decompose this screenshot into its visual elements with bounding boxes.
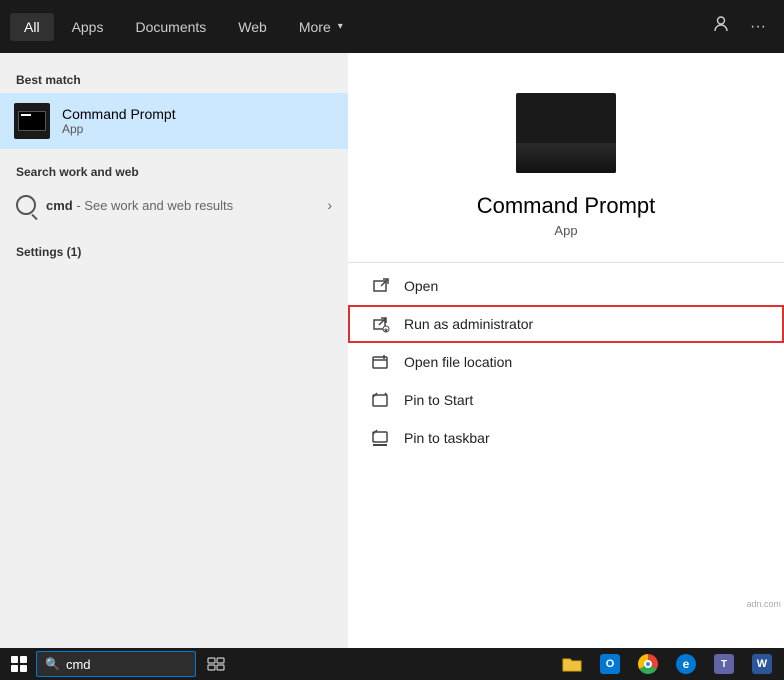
file-explorer-btn[interactable] (554, 649, 590, 679)
chrome-icon (638, 654, 658, 674)
chrome-btn[interactable] (630, 649, 666, 679)
pin-start-icon (372, 391, 390, 409)
word-icon: W (752, 654, 772, 674)
best-match-subtitle: App (62, 122, 176, 136)
right-panel: Command Prompt App Open (348, 53, 784, 648)
action-runas-label: Run as administrator (404, 316, 533, 332)
action-open-file-location[interactable]: Open file location (348, 343, 784, 381)
nav-tab-all-label: All (24, 19, 40, 35)
svg-text:★: ★ (383, 327, 388, 333)
teams-btn[interactable]: T (706, 649, 742, 679)
start-button[interactable] (4, 651, 34, 677)
search-web-text: cmd - See work and web results (46, 198, 317, 213)
best-match-item[interactable]: Command Prompt App (0, 93, 348, 149)
start-icon (11, 656, 27, 672)
nav-tab-all[interactable]: All (10, 13, 54, 41)
main-area: Best match Command Prompt App Search wor… (0, 53, 784, 648)
action-run-as-admin[interactable]: ★ Run as administrator (348, 305, 784, 343)
taskbar-search[interactable]: 🔍 cmd (36, 651, 196, 677)
pin-start-icon-svg (372, 391, 390, 409)
search-web-item[interactable]: cmd - See work and web results › (0, 185, 348, 225)
taskbar: 🔍 cmd O e T W (0, 648, 784, 680)
ellipsis-icon: ··· (750, 18, 766, 35)
search-query-text: cmd (46, 198, 73, 213)
best-match-title: Command Prompt (62, 106, 176, 122)
action-file-location-label: Open file location (404, 354, 512, 370)
settings-section: Settings (1) (0, 233, 348, 269)
file-explorer-icon (562, 655, 582, 673)
teams-icon: T (714, 654, 734, 674)
runas-icon: ★ (372, 315, 390, 333)
top-nav: All Apps Documents Web More ▾ ··· (0, 0, 784, 53)
start-square-3 (11, 665, 18, 672)
nav-tab-more[interactable]: More ▾ (285, 13, 357, 41)
start-square-2 (20, 656, 27, 663)
edge-btn[interactable]: e (668, 649, 704, 679)
taskbar-search-text: cmd (66, 657, 91, 672)
nav-tab-apps-label: Apps (72, 19, 104, 35)
best-match-text: Command Prompt App (62, 106, 176, 136)
outlook-btn[interactable]: O (592, 649, 628, 679)
app-icon-large (516, 93, 616, 173)
search-web-section: Search work and web cmd - See work and w… (0, 149, 348, 233)
start-square-1 (11, 656, 18, 663)
nav-tab-documents[interactable]: Documents (121, 13, 220, 41)
file-location-icon-svg (372, 353, 390, 371)
action-divider (348, 262, 784, 263)
start-square-4 (20, 665, 27, 672)
search-web-suffix: - See work and web results (76, 198, 233, 213)
pin-taskbar-icon-svg (372, 429, 390, 447)
nav-tab-web[interactable]: Web (224, 13, 281, 41)
file-location-icon (372, 353, 390, 371)
action-pin-start-label: Pin to Start (404, 392, 473, 408)
cmd-app-icon (14, 103, 50, 139)
action-pin-to-start[interactable]: Pin to Start (348, 381, 784, 419)
pin-taskbar-icon (372, 429, 390, 447)
action-pin-to-taskbar[interactable]: Pin to taskbar (348, 419, 784, 457)
open-icon (372, 277, 390, 295)
action-list: Open ★ Run as administrator (348, 267, 784, 457)
action-open[interactable]: Open (348, 267, 784, 305)
task-view-btn[interactable] (198, 649, 234, 679)
action-open-label: Open (404, 278, 438, 294)
word-btn[interactable]: W (744, 649, 780, 679)
outlook-icon: O (600, 654, 620, 674)
nav-tab-more-label: More (299, 19, 331, 35)
edge-icon: e (676, 654, 696, 674)
more-chevron-icon: ▾ (338, 21, 343, 32)
runas-icon-svg: ★ (372, 315, 390, 333)
search-web-label: Search work and web (0, 157, 348, 185)
nav-tab-apps[interactable]: Apps (58, 13, 118, 41)
action-pin-taskbar-label: Pin to taskbar (404, 430, 490, 446)
app-name-large: Command Prompt (477, 193, 656, 219)
account-icon-btn[interactable] (704, 7, 738, 46)
chevron-right-icon: › (327, 197, 332, 213)
settings-label: Settings (1) (0, 237, 348, 265)
nav-tab-web-label: Web (238, 19, 267, 35)
task-view-icon (207, 657, 225, 671)
account-icon (712, 15, 730, 33)
cmd-icon-inner (18, 111, 46, 131)
nav-tab-documents-label: Documents (135, 19, 206, 35)
taskbar-search-icon: 🔍 (45, 657, 60, 671)
app-type-large: App (554, 223, 577, 238)
search-circle-icon (16, 195, 36, 215)
open-icon-svg (372, 277, 390, 295)
more-options-btn[interactable]: ··· (742, 10, 774, 44)
left-panel: Best match Command Prompt App Search wor… (0, 53, 348, 648)
best-match-label: Best match (0, 65, 348, 93)
watermark: adn.com (743, 598, 784, 610)
